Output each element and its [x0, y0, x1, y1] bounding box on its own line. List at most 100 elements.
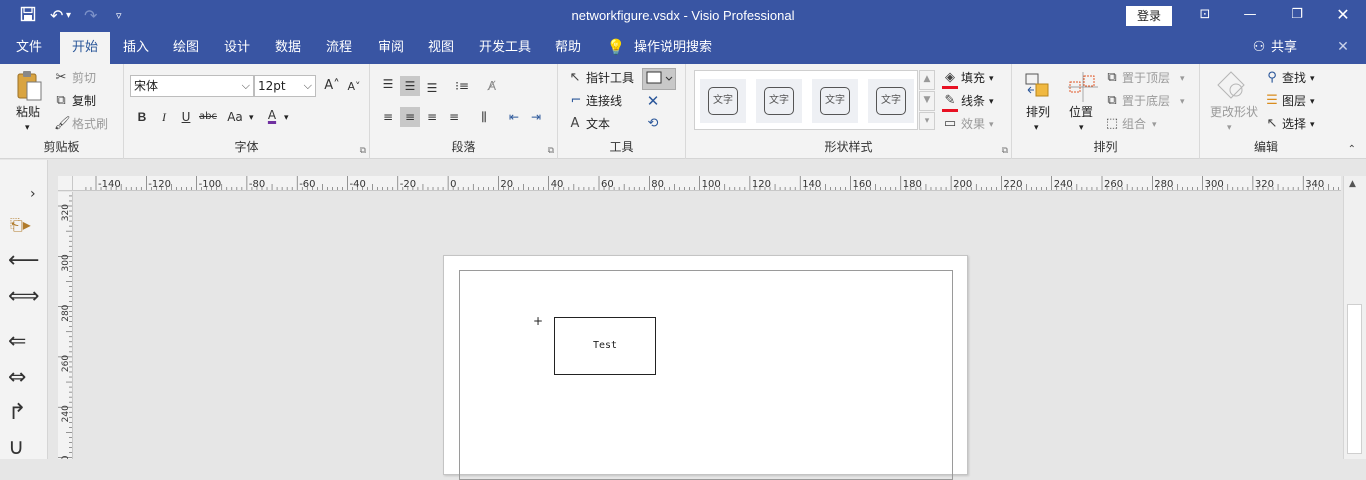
- gallery-down-icon[interactable]: ▼: [919, 91, 935, 111]
- align-middle-icon[interactable]: ☰: [400, 76, 420, 96]
- scrollbar-thumb[interactable]: [1347, 304, 1362, 454]
- text-tool-button[interactable]: 文本: [586, 116, 610, 132]
- font-color-dropdown-icon[interactable]: ▾: [284, 110, 289, 126]
- tab-view[interactable]: 视图: [419, 32, 463, 64]
- rectangle-shape[interactable]: Test: [554, 317, 656, 375]
- shape-style-4[interactable]: 文字: [868, 79, 914, 123]
- tab-design[interactable]: 设计: [215, 32, 259, 64]
- copy-button[interactable]: 复制: [72, 93, 96, 109]
- gallery-more-icon[interactable]: ▾: [919, 112, 935, 130]
- notched-double-arrow-shape-icon[interactable]: ⇔: [8, 366, 26, 390]
- tab-help[interactable]: 帮助: [546, 32, 590, 64]
- clear-format-icon[interactable]: A̸: [482, 76, 502, 96]
- crop-tool-icon[interactable]: ⟲: [644, 116, 662, 132]
- paste-icon[interactable]: [14, 70, 44, 101]
- stencil-menu-icon[interactable]: ⎗▸: [10, 213, 31, 237]
- pointer-tool-button[interactable]: 指针工具: [586, 70, 634, 86]
- position-button[interactable]: 位置: [1069, 104, 1093, 120]
- font-family-combo[interactable]: 宋体 ⌵: [130, 75, 254, 97]
- double-arrow-shape-icon[interactable]: ⟺: [8, 285, 40, 309]
- shape-styles-dialog-launcher-icon[interactable]: ⧉: [1002, 146, 1008, 156]
- ruler-label: 60: [601, 179, 614, 190]
- bold-button[interactable]: B: [132, 107, 152, 127]
- layers-dropdown-icon[interactable]: ▾: [1310, 94, 1315, 110]
- align-bottom-icon[interactable]: ☰: [422, 78, 442, 98]
- layers-button[interactable]: 图层: [1282, 93, 1306, 109]
- select-button[interactable]: 选择: [1282, 116, 1306, 132]
- u-turn-arrow-shape-icon[interactable]: ∪: [8, 436, 24, 460]
- align-right-icon[interactable]: ≡: [422, 107, 442, 127]
- paste-button[interactable]: 粘贴: [16, 104, 40, 120]
- tab-file[interactable]: 文件: [6, 32, 52, 64]
- bent-arrow-shape-icon[interactable]: ↱: [8, 401, 26, 425]
- font-size-combo[interactable]: 12pt ⌵: [254, 75, 316, 97]
- increase-indent-icon[interactable]: ⇥: [526, 107, 546, 127]
- italic-button[interactable]: I: [154, 107, 174, 127]
- justify-icon[interactable]: ≡: [444, 107, 464, 127]
- undo-icon[interactable]: ↶: [50, 6, 63, 26]
- connector-tool-button[interactable]: 连接线: [586, 93, 622, 109]
- tab-data[interactable]: 数据: [266, 32, 310, 64]
- fill-dropdown-icon[interactable]: ▾: [989, 71, 994, 87]
- clipboard-group-label: 剪贴板: [43, 140, 80, 154]
- undo-dropdown-icon[interactable]: ▾: [66, 6, 71, 26]
- arrange-button[interactable]: 排列: [1026, 104, 1050, 120]
- fill-button[interactable]: 填充: [961, 70, 985, 86]
- change-case-button[interactable]: Aa: [222, 107, 248, 127]
- save-icon[interactable]: [20, 6, 36, 27]
- rectangle-tool-icon[interactable]: [642, 68, 676, 90]
- arrange-dropdown-icon[interactable]: ▾: [1034, 120, 1039, 136]
- shape-style-2-label: 文字: [764, 87, 794, 115]
- underline-button[interactable]: U: [176, 107, 196, 127]
- shape-style-1[interactable]: 文字: [700, 79, 746, 123]
- shrink-font-icon[interactable]: A˅: [344, 77, 364, 97]
- tab-review[interactable]: 审阅: [369, 32, 413, 64]
- left-arrow-shape-icon[interactable]: ⟵: [8, 249, 40, 273]
- grow-font-icon[interactable]: A˄: [322, 76, 342, 96]
- line-dropdown-icon[interactable]: ▾: [989, 94, 994, 110]
- vertical-scrollbar[interactable]: ▲: [1343, 176, 1366, 459]
- scroll-up-icon[interactable]: ▲: [1349, 179, 1356, 189]
- tab-home[interactable]: 开始: [60, 32, 110, 64]
- close-ribbon-icon[interactable]: ✕: [1334, 32, 1352, 64]
- line-button[interactable]: 线条: [961, 93, 985, 109]
- bullets-icon[interactable]: ⁝≡: [452, 76, 472, 96]
- tab-insert[interactable]: 插入: [114, 32, 158, 64]
- gallery-up-icon[interactable]: ▲: [919, 70, 935, 90]
- share-button[interactable]: 共享: [1268, 32, 1300, 64]
- collapse-ribbon-icon[interactable]: ⌃: [1348, 144, 1356, 155]
- tab-draw[interactable]: 绘图: [164, 32, 208, 64]
- select-dropdown-icon[interactable]: ▾: [1310, 117, 1315, 133]
- decrease-indent-icon[interactable]: ⇤: [504, 107, 524, 127]
- find-dropdown-icon[interactable]: ▾: [1310, 71, 1315, 87]
- drawing-canvas[interactable]: + Test: [74, 192, 1342, 480]
- align-top-icon[interactable]: ☰: [378, 74, 398, 94]
- tell-me-search[interactable]: 操作说明搜索: [630, 32, 716, 64]
- ribbon-display-options-icon[interactable]: ⊡: [1193, 5, 1217, 25]
- shape-style-2[interactable]: 文字: [756, 79, 802, 123]
- tab-developer[interactable]: 开发工具: [474, 32, 536, 64]
- align-left-icon[interactable]: ≡: [378, 107, 398, 127]
- connection-point-icon[interactable]: ✕: [644, 93, 662, 109]
- expand-panel-chevron-icon[interactable]: ›: [30, 182, 36, 206]
- paragraph-dialog-launcher-icon[interactable]: ⧉: [548, 146, 554, 156]
- strikethrough-button[interactable]: abc: [198, 107, 218, 127]
- find-button[interactable]: 查找: [1282, 70, 1306, 86]
- paste-dropdown-icon[interactable]: ▾: [25, 120, 30, 136]
- restore-icon[interactable]: ❐: [1285, 5, 1309, 25]
- change-case-dropdown-icon[interactable]: ▾: [249, 110, 254, 126]
- font-color-button[interactable]: A: [262, 105, 282, 125]
- minimize-icon[interactable]: —: [1238, 5, 1262, 25]
- text-direction-icon[interactable]: ⫼: [474, 107, 494, 127]
- customize-quick-access-icon[interactable]: ▿: [116, 6, 122, 26]
- block-arrow-left-shape-icon[interactable]: ⇐: [8, 330, 26, 354]
- font-dialog-launcher-icon[interactable]: ⧉: [360, 146, 366, 156]
- shape-style-3[interactable]: 文字: [812, 79, 858, 123]
- ribbon: 粘贴 ▾ ✂ 剪切 ⧉ 复制 🖌 格式刷 剪贴板 宋体 ⌵ 12pt ⌵ A˄ A˅…: [0, 64, 1366, 159]
- drawing-page[interactable]: + Test: [443, 255, 968, 480]
- login-button[interactable]: 登录: [1126, 6, 1172, 26]
- position-dropdown-icon[interactable]: ▾: [1079, 120, 1084, 136]
- tab-process[interactable]: 流程: [317, 32, 361, 64]
- close-icon[interactable]: ✕: [1331, 5, 1355, 25]
- align-center-icon[interactable]: ≡: [400, 107, 420, 127]
